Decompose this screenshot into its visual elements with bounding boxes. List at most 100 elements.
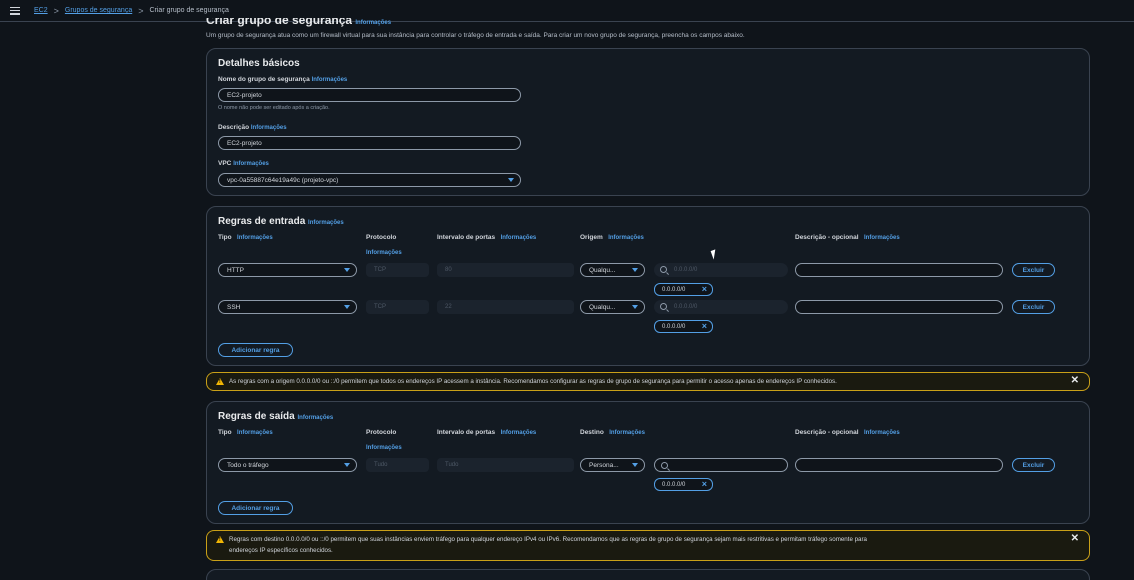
close-icon[interactable]: ✕ [1071, 375, 1079, 386]
page-info-link[interactable]: Informações [355, 20, 391, 26]
caret-down-icon [632, 463, 638, 467]
inbound-rule-2-cidr-token[interactable]: 0.0.0.0/0 × [654, 320, 713, 333]
out-col-description-info[interactable]: Informações [864, 430, 900, 436]
col-origin-text: Origem [580, 234, 603, 241]
outbound-rule-1-type-select[interactable]: Todo o tráfego [218, 458, 357, 472]
outbound-rules-panel: Regras de saída Informações Tipo Informa… [206, 401, 1090, 524]
close-icon[interactable]: × [702, 321, 707, 331]
caret-down-icon [508, 178, 514, 182]
out-col-port-info[interactable]: Informações [501, 430, 537, 436]
top-bar: EC2 > Grupos de segurança > Criar grupo … [0, 0, 1134, 22]
outbound-rule-1-protocol: Tudo [366, 458, 429, 472]
inbound-rule-2-cidr-placeholder: 0.0.0.0/0 [674, 304, 698, 310]
description-input[interactable]: EC2-projeto [218, 136, 521, 150]
inbound-warning-text: As regras com a origem 0.0.0.0/0 ou ::/0… [229, 378, 837, 385]
inbound-rule-1-cidr-token[interactable]: 0.0.0.0/0 × [654, 283, 713, 296]
out-col-protocol-text: Protocolo [366, 429, 397, 436]
basic-details-title: Detalhes básicos [218, 58, 300, 69]
col-type-info[interactable]: Informações [237, 235, 273, 241]
inbound-rule-2-source: Qualqu... [589, 303, 616, 311]
page-title: Criar grupo de segurança Informações [206, 13, 391, 27]
inbound-rule-2-protocol: TCP [366, 300, 429, 314]
col-port-text: Intervalo de portas [437, 234, 496, 241]
outbound-rule-1-type: Todo o tráfego [227, 461, 269, 469]
vpc-label: VPC Informações [218, 160, 269, 167]
page-intro: Um grupo de segurança atua como um firew… [206, 32, 745, 39]
inbound-rule-1-cidr-placeholder: 0.0.0.0/0 [674, 267, 698, 273]
outbound-rule-1-delete-button[interactable]: Excluir [1012, 458, 1055, 472]
close-icon[interactable]: × [702, 284, 707, 294]
col-protocol-info[interactable]: Informações [366, 250, 402, 256]
outbound-add-rule-button[interactable]: Adicionar regra [218, 501, 293, 515]
outbound-rule-1-token-text: 0.0.0.0/0 [662, 481, 686, 488]
inbound-add-rule-button[interactable]: Adicionar regra [218, 343, 293, 357]
outbound-rule-1-dest-select[interactable]: Persona... [580, 458, 645, 472]
vpc-select-value: vpc-0a55887c64e19a49c (projeto-vpc) [227, 176, 339, 184]
outbound-warning-text-1: Regras com destino 0.0.0.0/0 ou ::/0 per… [229, 536, 867, 543]
group-name-info-link[interactable]: Informações [312, 77, 348, 83]
description-label: Descrição Informações [218, 124, 287, 131]
out-col-port-header: Intervalo de portas Informações [437, 429, 536, 436]
inbound-rule-1-type: HTTP [227, 266, 244, 274]
inbound-rule-2-source-select[interactable]: Qualqu... [580, 300, 645, 314]
close-icon[interactable]: ✕ [1071, 533, 1079, 544]
inbound-rule-1-type-select[interactable]: HTTP [218, 263, 357, 277]
inbound-rule-2-description-input[interactable] [795, 300, 1003, 314]
outbound-warning-banner: Regras com destino 0.0.0.0/0 ou ::/0 per… [206, 530, 1090, 561]
col-type-header: Tipo Informações [218, 234, 273, 241]
inbound-rule-2-type: SSH [227, 303, 241, 311]
outbound-rule-1-description-input[interactable] [795, 458, 1003, 472]
inbound-rule-1-description-input[interactable] [795, 263, 1003, 277]
close-icon[interactable]: × [702, 479, 707, 489]
col-type-text: Tipo [218, 234, 232, 241]
group-name-help: O nome não pode ser editado após a criaç… [218, 105, 330, 111]
vpc-select[interactable]: vpc-0a55887c64e19a49c (projeto-vpc) [218, 173, 521, 187]
col-port-info[interactable]: Informações [501, 235, 537, 241]
outbound-rule-1-cidr-token[interactable]: 0.0.0.0/0 × [654, 478, 713, 491]
col-port-header: Intervalo de portas Informações [437, 234, 536, 241]
inbound-rule-1-token-text: 0.0.0.0/0 [662, 286, 686, 293]
out-col-port-text: Intervalo de portas [437, 429, 496, 436]
out-col-description-text: Descrição - opcional [795, 429, 859, 436]
inbound-rule-2-delete-button[interactable]: Excluir [1012, 300, 1055, 314]
breadcrumb-separator-icon: > [53, 5, 59, 16]
out-col-destination-header: Destino Informações [580, 429, 645, 436]
caret-down-icon [344, 305, 350, 309]
out-col-protocol-header: Protocolo [366, 429, 396, 436]
caret-down-icon [632, 268, 638, 272]
caret-down-icon [344, 268, 350, 272]
out-col-type-header: Tipo Informações [218, 429, 273, 436]
inbound-rule-2-cidr-search[interactable]: 0.0.0.0/0 [654, 300, 788, 314]
out-col-description-header: Descrição - opcional Informações [795, 429, 900, 436]
group-name-input[interactable]: EC2-projeto [218, 88, 521, 102]
out-col-type-text: Tipo [218, 429, 232, 436]
out-col-destination-info[interactable]: Informações [609, 430, 645, 436]
col-description-header: Descrição - opcional Informações [795, 234, 900, 241]
col-protocol-text: Protocolo [366, 234, 397, 241]
inbound-info-link[interactable]: Informações [308, 220, 344, 226]
inbound-rule-1-source-select[interactable]: Qualqu... [580, 263, 645, 277]
out-col-protocol-info[interactable]: Informações [366, 445, 402, 451]
col-origin-info[interactable]: Informações [608, 235, 644, 241]
warning-icon [216, 378, 224, 385]
inbound-rule-1-cidr-search[interactable]: 0.0.0.0/0 [654, 263, 788, 277]
vpc-info-link[interactable]: Informações [233, 161, 269, 167]
page-title-text: Criar grupo de segurança [206, 13, 353, 27]
col-description-info[interactable]: Informações [864, 235, 900, 241]
inbound-rule-1-delete-button[interactable]: Excluir [1012, 263, 1055, 277]
inbound-rule-2-type-select[interactable]: SSH [218, 300, 357, 314]
warning-icon [216, 536, 224, 543]
col-description-text: Descrição - opcional [795, 234, 859, 241]
basic-details-panel: Detalhes básicos Nome do grupo de segura… [206, 48, 1090, 196]
breadcrumb-security-groups[interactable]: Grupos de segurança [65, 7, 132, 14]
inbound-rule-1-source: Qualqu... [589, 266, 616, 274]
breadcrumb-ec2[interactable]: EC2 [34, 7, 48, 14]
search-icon [660, 303, 667, 310]
outbound-info-link[interactable]: Informações [298, 415, 334, 421]
menu-icon[interactable] [10, 6, 20, 15]
inbound-warning-banner: As regras com a origem 0.0.0.0/0 ou ::/0… [206, 372, 1090, 391]
outbound-rule-1-cidr-search[interactable] [654, 458, 788, 472]
out-col-type-info[interactable]: Informações [237, 430, 273, 436]
col-origin-header: Origem Informações [580, 234, 644, 241]
description-info-link[interactable]: Informações [251, 125, 287, 131]
